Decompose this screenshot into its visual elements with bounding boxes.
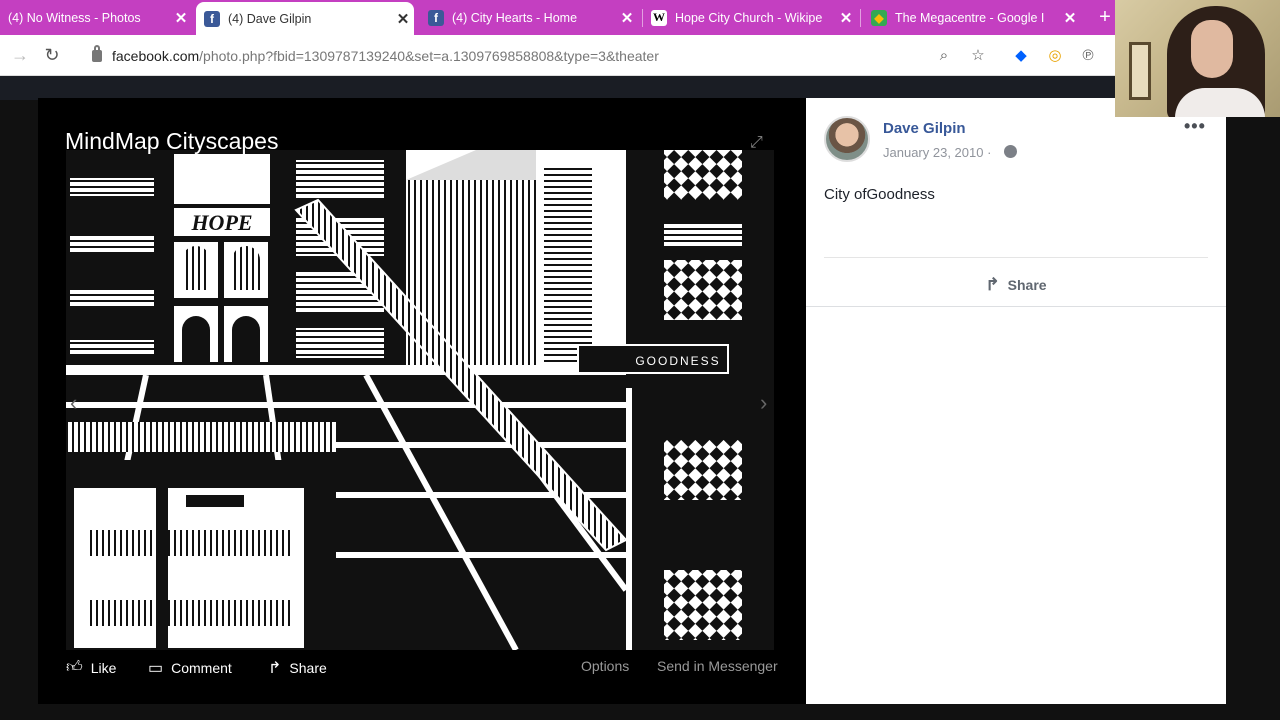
tab-city-hearts[interactable]: f (4) City Hearts - Home ✕ (420, 0, 638, 35)
thumbs-up-icon: 👍︎ (66, 659, 83, 676)
post-sidebar: Dave Gilpin January 23, 2010 · ••• City … (806, 98, 1226, 704)
close-icon[interactable]: ✕ (616, 9, 638, 27)
tab-title: (4) No Witness - Photos (8, 10, 141, 25)
url-path: /photo.php?fbid=1309787139240&set=a.1309… (199, 47, 659, 64)
new-tab-button[interactable]: + (1094, 0, 1116, 35)
extension-icon[interactable]: ◎ (1044, 44, 1066, 66)
share-button[interactable]: ↱ Share (268, 658, 327, 678)
facebook-icon: f (428, 9, 444, 26)
expand-icon[interactable]: ⤢ (750, 134, 770, 154)
comment-button[interactable]: ▭ Comment (148, 658, 232, 678)
share-arrow-icon: ↱ (268, 660, 282, 677)
photo-action-bar: 👍︎ Like ▭ Comment ↱ Share Options Send i… (38, 650, 806, 686)
address-bar[interactable]: facebook.com/photo.php?fbid=130978713924… (80, 40, 1110, 71)
close-icon[interactable]: ✕ (392, 10, 414, 28)
google-maps-icon: ◆ (871, 9, 887, 26)
share-label: Share (289, 660, 327, 676)
picture-frame (1129, 42, 1151, 100)
goodness-sign: GOODNESS (635, 354, 720, 368)
dropbox-icon[interactable]: ◆ (1010, 44, 1032, 66)
divider (824, 257, 1208, 258)
divider (806, 306, 1226, 307)
cityscape-photo[interactable]: HOPE GOODNESS (66, 150, 774, 650)
comment-icon: ▭ (148, 660, 164, 677)
more-options-icon[interactable]: ••• (1184, 116, 1206, 137)
post-text: City ofGoodness (824, 186, 935, 203)
facebook-icon: f (204, 10, 220, 27)
hope-sign: HOPE (190, 210, 252, 235)
wikipedia-icon: W (651, 9, 667, 26)
tab-strip: (4) No Witness - Photos ✕ f (4) Dave Gil… (0, 0, 1280, 35)
sidebar-share-label: Share (1007, 277, 1047, 293)
close-icon[interactable]: ✕ (1059, 9, 1081, 27)
comment-label: Comment (171, 660, 232, 676)
reload-icon[interactable]: ↻ (40, 43, 64, 67)
options-button[interactable]: Options (581, 658, 629, 674)
globe-icon (1004, 145, 1017, 158)
photo-caption: MindMap Cityscapes (65, 128, 279, 154)
sidebar-share-button[interactable]: ↱ Share (806, 270, 1226, 300)
tab-title: (4) Dave Gilpin (228, 11, 312, 26)
close-icon[interactable]: ✕ (835, 9, 857, 27)
zoom-icon[interactable]: ⌕ (933, 44, 955, 66)
presenter-shirt (1175, 88, 1265, 117)
tab-title: The Megacentre - Google I (895, 10, 1045, 25)
tab-title: Hope City Church - Wikipe (675, 10, 823, 25)
author-name[interactable]: Dave Gilpin (883, 120, 966, 137)
tab-dave-gilpin[interactable]: f (4) Dave Gilpin ✕ (196, 2, 414, 35)
facebook-header-dimmed (0, 76, 1280, 100)
tab-no-witness[interactable]: (4) No Witness - Photos ✕ (0, 0, 192, 35)
pinterest-icon[interactable]: ℗ (1077, 44, 1099, 66)
previous-photo-icon[interactable]: ‹ (70, 390, 77, 416)
tab-title: (4) City Hearts - Home (452, 10, 578, 25)
avatar[interactable] (824, 116, 870, 162)
next-photo-icon[interactable]: › (760, 390, 767, 416)
lock-icon (92, 44, 102, 62)
post-date[interactable]: January 23, 2010 · (883, 145, 991, 160)
forward-icon[interactable]: → (8, 43, 32, 67)
presenter-face (1191, 20, 1233, 78)
browser-toolbar: → ↻ facebook.com/photo.php?fbid=13097871… (0, 35, 1280, 76)
like-label: Like (90, 659, 117, 676)
close-icon[interactable]: ✕ (170, 9, 192, 27)
like-button[interactable]: 👍︎ Like (66, 658, 116, 677)
tab-separator (860, 9, 861, 27)
url-host: facebook.com (112, 47, 200, 64)
send-in-messenger-button[interactable]: Send in Messenger (657, 658, 778, 674)
bookmark-star-icon[interactable]: ☆ (967, 44, 989, 66)
share-arrow-icon: ↱ (985, 275, 1000, 294)
tab-megacentre-maps[interactable]: ◆ The Megacentre - Google I ✕ (863, 0, 1081, 35)
tab-hope-city-wikipedia[interactable]: W Hope City Church - Wikipe ✕ (643, 0, 857, 35)
webcam-overlay (1115, 0, 1280, 117)
